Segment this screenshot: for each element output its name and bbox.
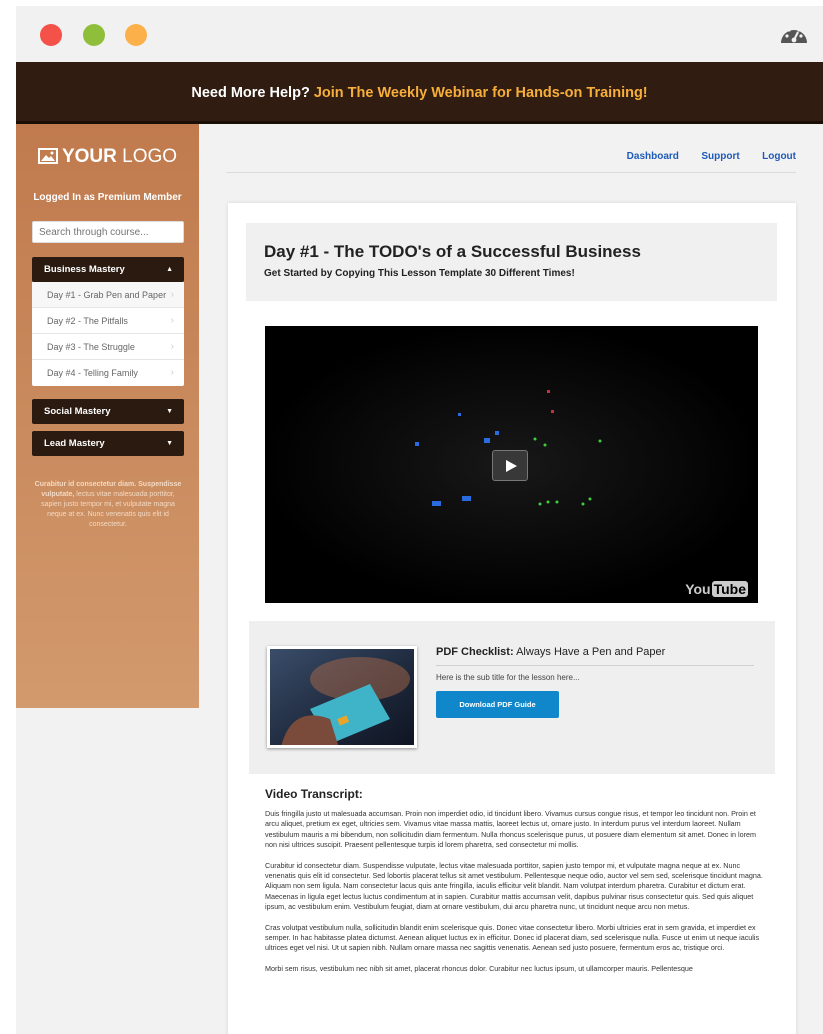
chevron-right-icon: ›	[170, 367, 174, 378]
browser-window: Need More Help? Join The Weekly Webinar …	[16, 6, 823, 1034]
pdf-checklist-name: Always Have a Pen and Paper	[516, 646, 666, 658]
lesson-header: Day #1 - The TODO's of a Successful Busi…	[246, 223, 777, 301]
webinar-banner: Need More Help? Join The Weekly Webinar …	[16, 62, 823, 124]
transcript-heading: Video Transcript:	[265, 787, 363, 801]
nav-support-link[interactable]: Support	[701, 151, 739, 162]
lesson-item-day-3[interactable]: Day #3 - The Struggle ›	[32, 334, 184, 360]
sidebar-blurb: Curabitur id consectetur diam. Suspendis…	[32, 480, 184, 530]
youtube-text-a: You	[685, 581, 711, 597]
section-label: Social Mastery	[44, 406, 111, 417]
course-search-input[interactable]	[32, 221, 184, 243]
top-navigation: Dashboard Support Logout	[609, 146, 796, 164]
video-player[interactable]: You Tube	[265, 326, 758, 603]
chevron-right-icon: ›	[170, 315, 174, 326]
transcript-paragraph: Morbi sem risus, vestibulum nec nibh sit…	[265, 963, 693, 973]
lesson-subtitle: Get Started by Copying This Lesson Templ…	[264, 268, 575, 279]
lesson-label: Day #3 - The Struggle	[47, 342, 135, 352]
chevron-down-icon: ▼	[166, 440, 173, 447]
banner-lead-text: Need More Help?	[191, 85, 310, 101]
transcript-paragraph: Curabitur id consectetur diam. Suspendis…	[265, 860, 763, 912]
lesson-list: Day #1 - Grab Pen and Paper › Day #2 - T…	[32, 282, 184, 386]
play-button[interactable]	[492, 450, 528, 481]
section-label: Lead Mastery	[44, 438, 105, 449]
window-titlebar	[16, 6, 823, 62]
nav-divider	[226, 172, 796, 173]
chevron-right-icon: ›	[170, 289, 174, 300]
nav-dashboard-link[interactable]: Dashboard	[627, 151, 679, 162]
video-transcript: Video Transcript: Duis fringilla justo u…	[265, 787, 765, 984]
maximize-window-button[interactable]	[83, 24, 105, 46]
nav-logout-link[interactable]: Logout	[762, 151, 796, 162]
pdf-checklist-title: PDF Checklist: Always Have a Pen and Pap…	[436, 646, 665, 658]
image-icon	[37, 148, 58, 164]
lesson-title: Day #1 - The TODO's of a Successful Busi…	[264, 242, 641, 261]
pdf-thumbnail-image	[267, 646, 417, 748]
dashboard-gauge-icon[interactable]	[779, 21, 809, 47]
youtube-text-b: Tube	[711, 581, 748, 597]
chevron-up-icon: ▲	[166, 266, 173, 273]
site-logo[interactable]: YOUR LOGO	[16, 146, 199, 168]
download-pdf-button[interactable]: Download PDF Guide	[436, 691, 559, 718]
minimize-window-button[interactable]	[125, 24, 147, 46]
pdf-checklist-box: PDF Checklist: Always Have a Pen and Pap…	[249, 621, 775, 774]
webinar-link[interactable]: Join The Weekly Webinar for Hands-on Tra…	[314, 85, 648, 101]
pdf-divider	[436, 665, 754, 666]
lesson-item-day-4[interactable]: Day #4 - Telling Family ›	[32, 360, 184, 386]
lesson-label: Day #4 - Telling Family	[47, 368, 138, 378]
transcript-paragraph: Cras volutpat vestibulum nulla, sollicit…	[265, 922, 760, 953]
pdf-checklist-label: PDF Checklist:	[436, 646, 514, 658]
lesson-card: Day #1 - The TODO's of a Successful Busi…	[228, 203, 796, 1034]
youtube-logo[interactable]: You Tube	[685, 581, 748, 597]
lesson-label: Day #2 - The Pitfalls	[47, 316, 128, 326]
lesson-label: Day #1 - Grab Pen and Paper	[47, 290, 167, 300]
section-social-mastery[interactable]: Social Mastery ▼	[32, 399, 184, 424]
chevron-down-icon: ▼	[166, 408, 173, 415]
section-lead-mastery[interactable]: Lead Mastery ▼	[32, 431, 184, 456]
section-business-mastery[interactable]: Business Mastery ▲	[32, 257, 184, 282]
pdf-subtitle: Here is the sub title for the lesson her…	[436, 673, 580, 682]
close-window-button[interactable]	[40, 24, 62, 46]
course-sidebar: YOUR LOGO Logged In as Premium Member Bu…	[16, 124, 199, 708]
transcript-paragraph: Duis fringilla justo ut malesuada accums…	[265, 809, 756, 850]
lesson-item-day-1[interactable]: Day #1 - Grab Pen and Paper ›	[32, 282, 184, 308]
section-label: Business Mastery	[44, 264, 125, 275]
member-status: Logged In as Premium Member	[33, 192, 182, 203]
logo-light-text: LOGO	[122, 146, 178, 167]
chevron-right-icon: ›	[170, 341, 174, 352]
lesson-item-day-2[interactable]: Day #2 - The Pitfalls ›	[32, 308, 184, 334]
logo-bold-text: YOUR	[61, 146, 117, 167]
